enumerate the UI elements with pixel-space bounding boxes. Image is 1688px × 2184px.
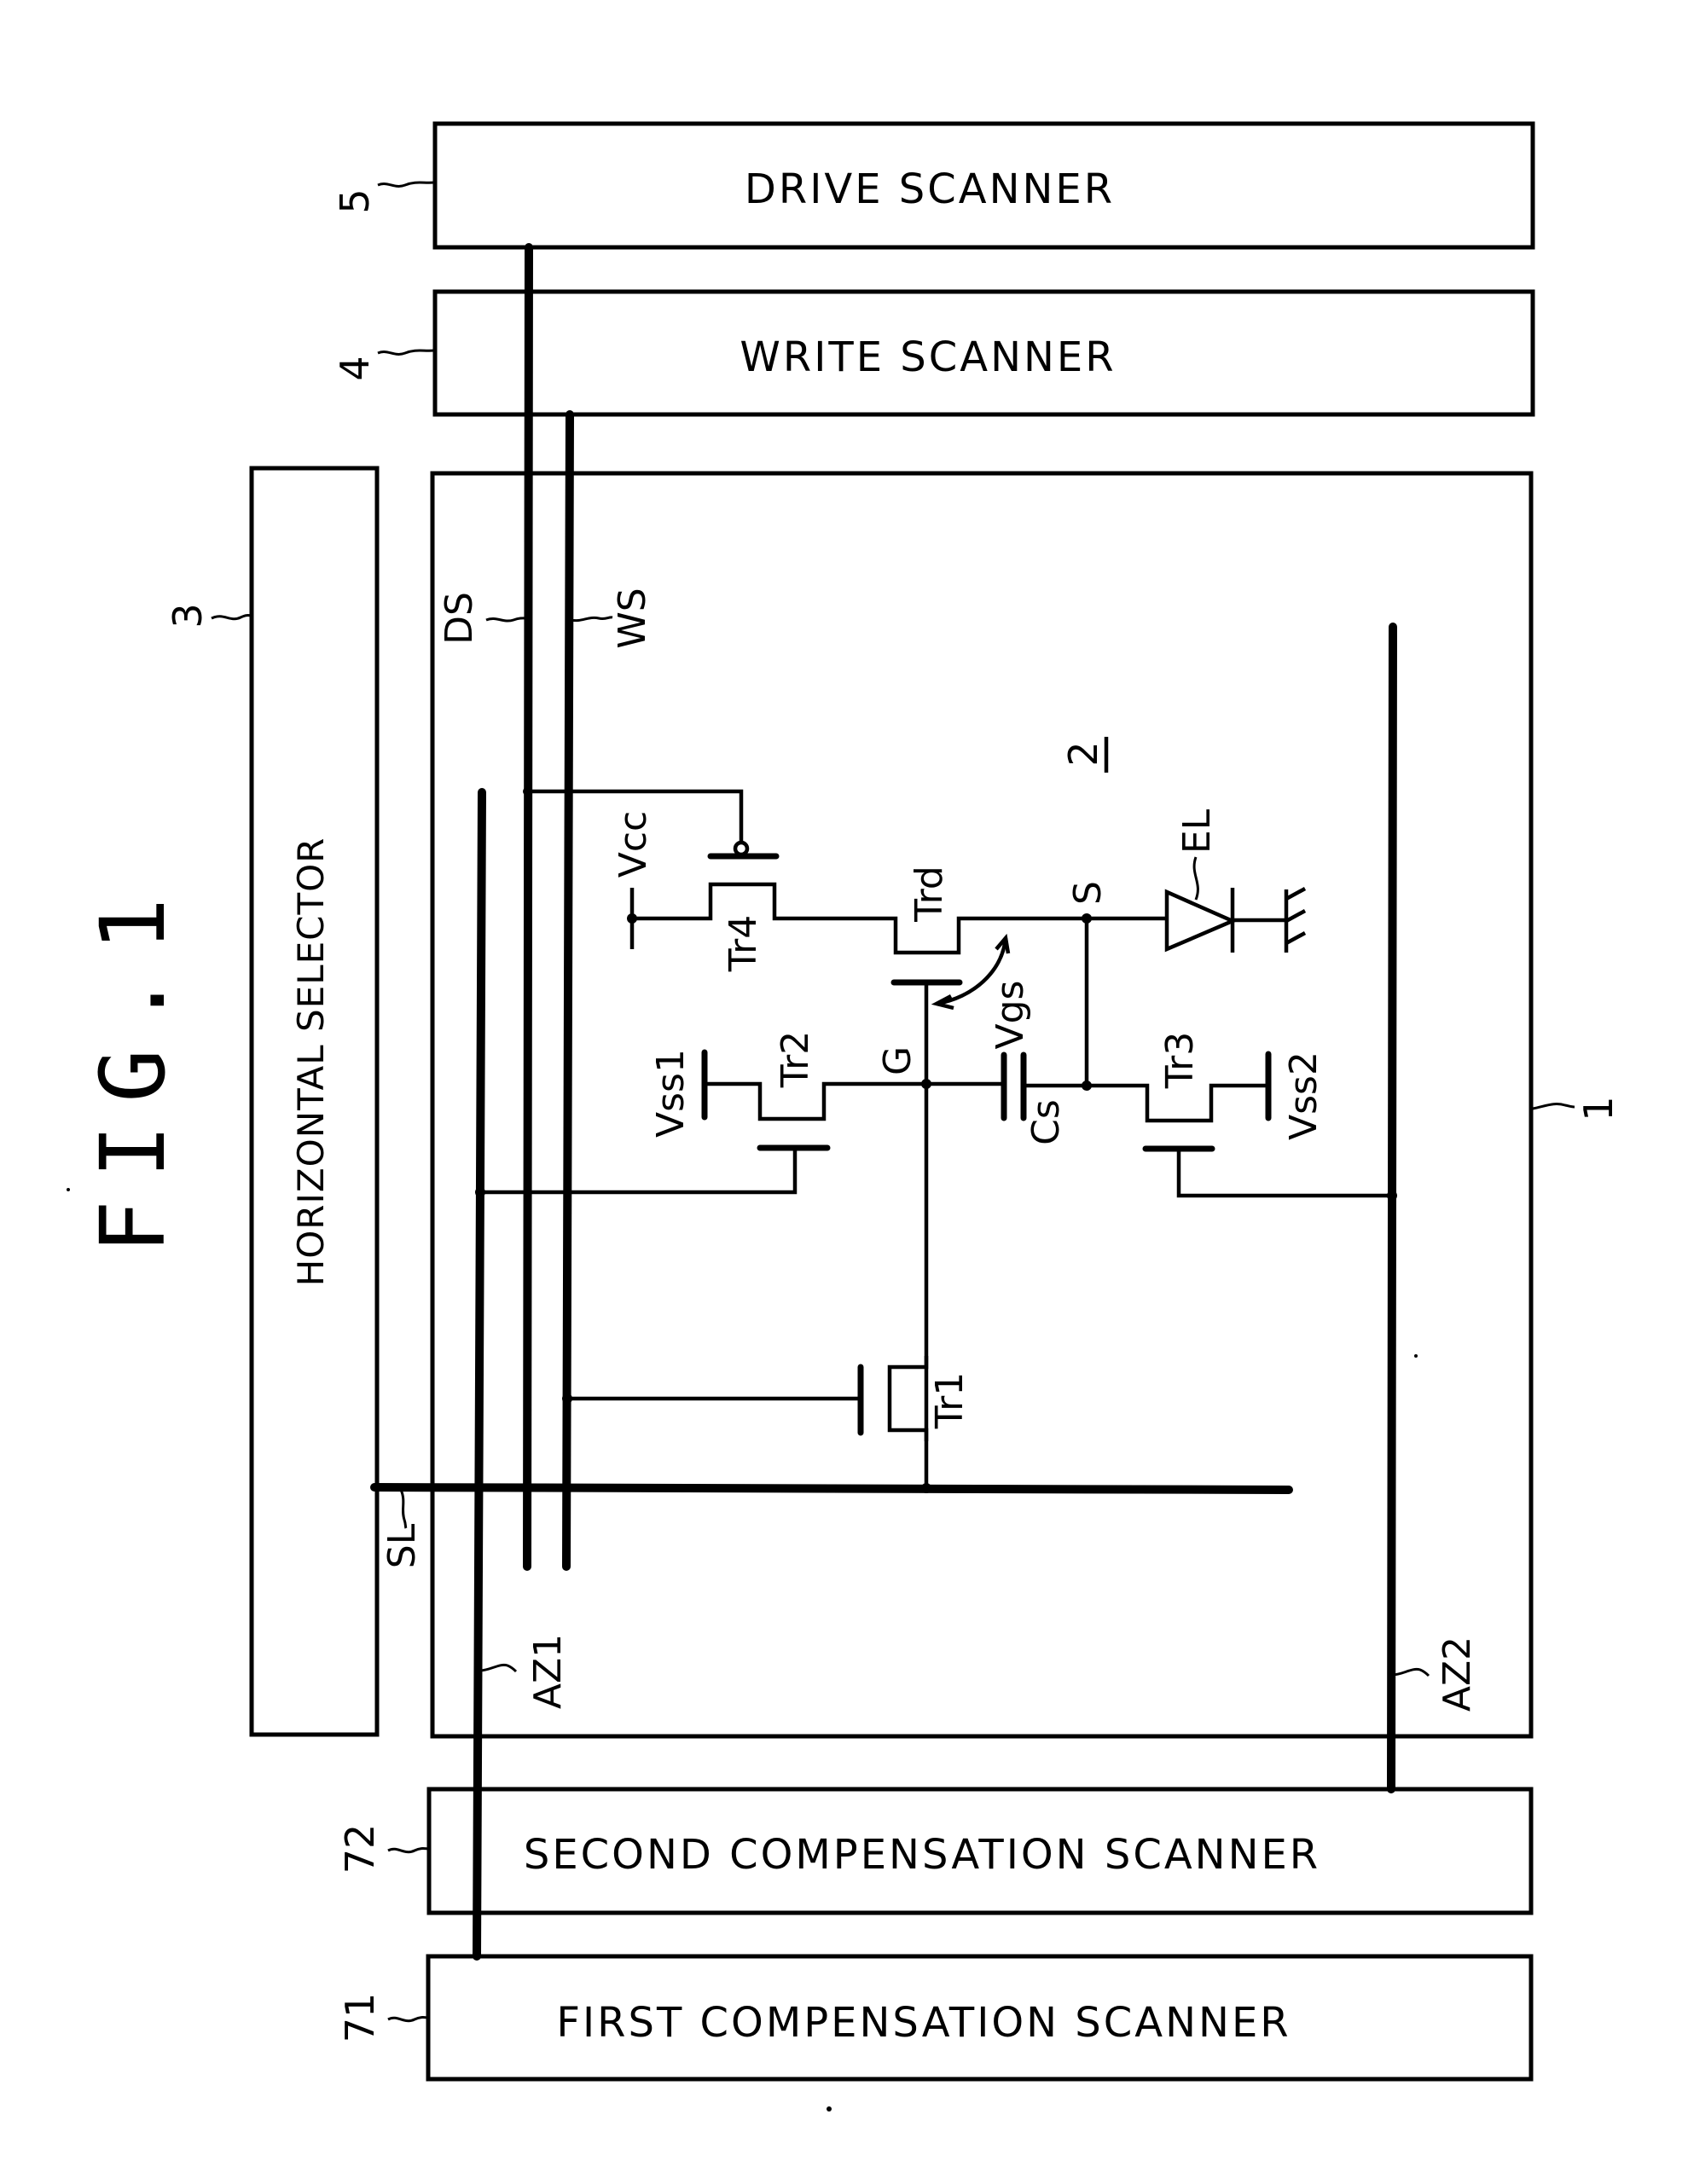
ref-72: 72 — [337, 1824, 430, 1874]
pixel-circuit-ref: 2 — [1060, 741, 1106, 766]
ref-3: 3 — [165, 603, 253, 629]
az2-label: AZ2 — [1436, 1637, 1479, 1712]
cs-label: Cs — [1024, 1099, 1068, 1145]
az1-line — [473, 788, 486, 1961]
az2-junction-dot — [1387, 1190, 1397, 1201]
drive-scanner-block: DRIVE SCANNER — [432, 121, 1535, 250]
vcc-label: Vcc — [612, 811, 655, 878]
vgs-label: Vgs — [989, 981, 1032, 1050]
ref-5: 5 — [332, 181, 436, 214]
second-compensation-scanner-block: SECOND COMPENSATION SCANNER — [426, 1787, 1534, 1915]
vss1-label: Vss1 — [649, 1049, 693, 1138]
tr3-label: Tr3 — [1158, 1032, 1202, 1090]
scan-speck — [67, 1188, 70, 1191]
az1-junction-dot — [475, 1187, 485, 1197]
az2-line — [1387, 623, 1397, 1793]
ref-3-label: 3 — [165, 603, 211, 628]
ds-junction-dot — [523, 787, 531, 796]
first-compensation-scanner-block: FIRST COMPENSATION SCANNER — [426, 1954, 1534, 2082]
ref-5-label: 5 — [332, 188, 378, 213]
circuit-diagram: FIG.1 DRIVE SCANNER 5 WRITE SCANNER 4 HO… — [67, 121, 1621, 2112]
tr4-gate-bubble — [733, 840, 750, 857]
tr1-sl-junction-dot — [921, 1483, 931, 1493]
g-label: G — [876, 1046, 919, 1075]
second-compensation-scanner-label: SECOND COMPENSATION SCANNER — [524, 1831, 1320, 1879]
sl-label: SL — [380, 1523, 424, 1568]
ref-71-label: 71 — [337, 1993, 383, 2043]
tr4-label: Tr4 — [722, 915, 765, 973]
pixel-array-block — [430, 471, 1534, 1739]
ref-71: 71 — [337, 1993, 429, 2043]
ws-junction-dot — [562, 1393, 572, 1404]
vss2-label: Vss2 — [1282, 1051, 1325, 1140]
sl-junction-dot — [372, 1483, 380, 1492]
scan-speck — [827, 2106, 832, 2112]
ds-label: DS — [438, 592, 481, 645]
write-scanner-label: WRITE SCANNER — [740, 333, 1116, 381]
horizontal-selector-label: HORIZONTAL SELECTOR — [290, 837, 332, 1287]
write-scanner-block: WRITE SCANNER — [432, 289, 1535, 417]
ref-4-label: 4 — [332, 356, 378, 380]
ds-line — [523, 243, 533, 1571]
tr1-label: Tr1 — [928, 1372, 972, 1430]
ref-72-label: 72 — [337, 1824, 383, 1874]
horizontal-selector-block: HORIZONTAL SELECTOR — [249, 466, 380, 1737]
ref-4: 4 — [332, 349, 436, 381]
first-compensation-scanner-label: FIRST COMPENSATION SCANNER — [556, 1999, 1291, 2047]
az1-label: AZ1 — [526, 1634, 570, 1709]
trd-label: Trd — [908, 866, 951, 923]
sl-label-group: SL — [380, 1489, 424, 1568]
ref-1-label: 1 — [1575, 1096, 1621, 1121]
el-label: EL — [1175, 808, 1219, 854]
tr2-label: Tr2 — [774, 1031, 817, 1089]
drive-scanner-label: DRIVE SCANNER — [745, 165, 1115, 213]
sl-line — [370, 1483, 1293, 1494]
s-label: S — [1066, 881, 1110, 905]
ws-label: WS — [611, 588, 654, 648]
scan-speck — [1414, 1354, 1418, 1358]
figure-title: FIG.1 — [81, 876, 185, 1254]
ref-1: 1 — [1532, 1096, 1621, 1121]
